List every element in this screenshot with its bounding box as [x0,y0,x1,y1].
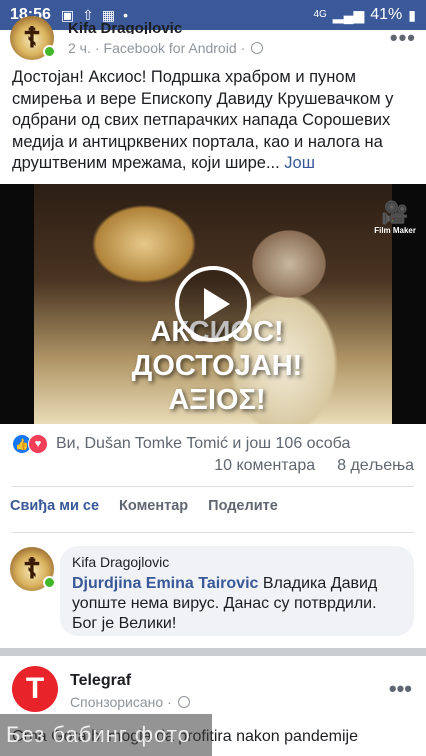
globe-icon [251,42,264,54]
post-header: ☦ Kifa Dragojlovic 2 ч. · Facebook for A… [10,14,416,62]
author-avatar[interactable]: ☦ [10,16,56,60]
share-button[interactable]: Поделите [208,498,278,514]
cross-icon: ☦ [22,553,42,584]
cross-icon: ☦ [22,22,42,53]
reactions-summary[interactable]: 👍 ♥ Ви, Dušan Tomke Tomić и још 106 особ… [12,434,414,454]
post-source: Facebook for Android [103,40,237,56]
sponsored-post: T Telegraf Спонзорисано · ••• Crna Gora … [0,658,426,756]
post-video[interactable]: 🎥 Film Maker АКСИОС! ДОСТОЈАН! ΑΞΙΟΣ! [0,184,426,424]
sponsored-label: Спонзорисано · [70,694,190,710]
sponsor-name[interactable]: Telegraf [70,672,131,690]
reactions-text: Ви, Dušan Tomke Tomić и још 106 особа [56,435,351,452]
comment-button[interactable]: Коментар [119,498,188,514]
film-camera-icon: 🎥 [381,200,409,225]
online-status-icon [43,45,56,58]
post-text: Достојан! Аксиос! Подршка храбром и пуно… [12,67,414,175]
post-header-text: Kifa Dragojlovic 2 ч. · Facebook for And… [68,20,390,56]
meta-separator: · [240,40,246,56]
comment-bubble[interactable]: Kifa Dragojlovic Djurdjina Emina Tairovi… [60,546,414,636]
film-maker-label: Film Maker [374,226,416,235]
reaction-icons: 👍 ♥ [12,434,48,454]
engagement-counts: 10 коментара 8 дељења [214,457,414,475]
meta-separator: · [167,694,172,710]
online-status-icon [43,576,56,589]
play-button[interactable] [175,266,251,342]
sponsored-more-button[interactable]: ••• [389,676,412,702]
comment-page-name: Kifa Dragojlovic [72,554,170,570]
post-body: Достојан! Аксиос! Подршка храбром и пуно… [12,68,394,172]
post-author-name[interactable]: Kifa Dragojlovic [68,20,390,34]
comment: ☦ Kifa Dragojlovic Djurdjina Emina Tairo… [0,540,426,640]
post-actions: Свиђа ми се Коментар Поделите [10,498,298,514]
post-meta: 2 ч. · Facebook for Android · [68,40,390,56]
divider [12,532,414,533]
feed-separator [0,648,426,656]
comment-avatar[interactable]: ☦ [10,547,56,591]
divider [12,486,414,487]
comment-author[interactable]: Djurdjina Emina Tairovic [72,575,258,592]
love-reaction-icon: ♥ [28,434,48,454]
watermark-overlay: Без бабинг фото [0,714,212,756]
like-button[interactable]: Свиђа ми се [10,498,99,514]
video-overlay-line-3: ΑΞΙΟΣ! [168,384,266,416]
see-more-link[interactable]: Још [284,154,315,172]
post-more-button[interactable]: ••• [390,25,416,51]
meta-separator: · [94,40,100,56]
film-maker-badge: 🎥 Film Maker [374,200,416,236]
comments-count[interactable]: 10 коментара [214,457,315,475]
play-icon [204,288,230,320]
telegraf-logo[interactable]: T [12,666,58,712]
video-overlay-line-2: ДОСТОЈАН! [131,350,303,382]
post-time[interactable]: 2 ч. [68,40,91,56]
sponsored-text: Спонзорисано [70,694,164,710]
globe-icon [177,696,190,708]
comment-body: Djurdjina Emina Tairovic Владика Давид у… [72,574,402,634]
shares-count[interactable]: 8 дељења [337,457,414,475]
